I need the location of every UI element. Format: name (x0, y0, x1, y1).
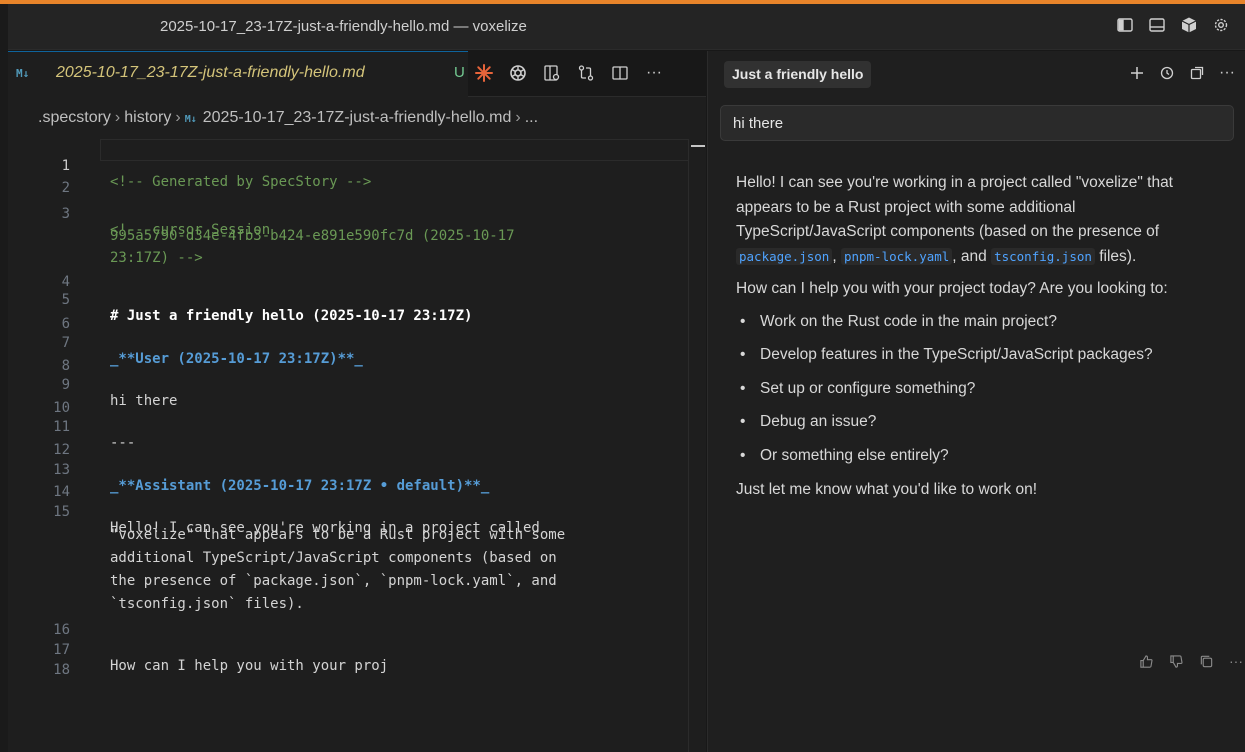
activity-edge (0, 4, 10, 752)
list-item: Work on the Rust code in the main projec… (736, 310, 1218, 335)
chat-header: Just a friendly hello ··· (708, 51, 1245, 97)
code-line: 11 --- (8, 400, 688, 451)
more-icon[interactable]: ··· (643, 61, 665, 85)
preview-icon[interactable] (541, 61, 563, 85)
list-item: Debug an issue? (736, 410, 1218, 435)
code-line: 2 (8, 161, 688, 196)
code-line: 14 (8, 465, 688, 500)
list-item: Set up or configure something? (736, 377, 1218, 402)
code-line: 13 _**Assistant (2025-10-17 23:17Z • def… (8, 443, 688, 494)
markdown-file-icon: M↓ (16, 67, 30, 80)
editor-tab-bar: M↓ 2025-10-17_23-17Z-just-a-friendly-hel… (8, 51, 706, 97)
panel-bottom-icon[interactable] (1147, 15, 1167, 35)
code-line: 5 # Just a friendly hello (2025-10-17 23… (8, 273, 688, 324)
line-number: 18 (53, 662, 70, 678)
title-bar: 2025-10-17_23-17Z-just-a-friendly-hello.… (8, 4, 1245, 50)
thumbs-up-icon[interactable] (1138, 653, 1154, 669)
plus-icon[interactable] (1128, 63, 1146, 83)
response-feedback: ··· (1138, 653, 1244, 669)
code-line: 15 Hello! I can see you're working in a … (8, 485, 688, 536)
code-line-wrap: 23:17Z) --> (8, 231, 688, 266)
sparkle-icon[interactable] (473, 61, 495, 85)
code-line-wrap: 995a5790-d34e-4fb3-b424-e891e590fc7d (20… (8, 209, 688, 244)
chevron-right-icon: › (515, 109, 521, 126)
code-line: 3 <!-- cursor Session (8, 187, 688, 238)
extension-cube-icon[interactable] (1179, 15, 1199, 35)
code-line: 17 How can I help you with your proj (8, 623, 688, 674)
code-line: 12 (8, 423, 688, 458)
list-item: Develop features in the TypeScript/JavaS… (736, 343, 1218, 368)
user-message[interactable]: hi there (720, 105, 1234, 141)
response-paragraph: Just let me know what you'd like to work… (736, 481, 1038, 498)
untracked-status: U (454, 64, 465, 81)
code-line: 18 (8, 643, 688, 678)
openai-icon[interactable] (507, 61, 529, 85)
scrollbar-thumb[interactable] (691, 145, 705, 147)
split-editor-icon[interactable] (609, 61, 631, 85)
breadcrumb-item-history[interactable]: history (124, 109, 171, 126)
chat-header-actions: ··· (1128, 63, 1236, 83)
breadcrumb-item-more[interactable]: ... (525, 109, 538, 126)
response-text: , (832, 247, 841, 265)
inline-code: tsconfig.json (991, 247, 1095, 265)
editor-tab-active[interactable]: M↓ 2025-10-17_23-17Z-just-a-friendly-hel… (8, 51, 468, 97)
inline-code: pnpm-lock.yaml (840, 247, 953, 265)
gear-icon[interactable] (1211, 15, 1231, 35)
response-text: Hello! I can see you're working in a pro… (736, 174, 1173, 240)
chat-panel: Just a friendly hello ··· hi there Hello… (707, 51, 1245, 752)
chevron-right-icon: › (114, 109, 121, 126)
chat-title[interactable]: Just a friendly hello (724, 61, 872, 88)
more-icon[interactable]: ··· (1218, 63, 1236, 83)
response-paragraph: Hello! I can see you're working in a pro… (736, 171, 1218, 269)
response-paragraph: How can I help you with your project tod… (736, 280, 1168, 297)
markdown-file-icon: M↓ (184, 114, 197, 125)
breadcrumb: .specstory › history › M↓ 2025-10-17_23-17Z-j… (8, 97, 706, 139)
copy-icon[interactable] (1198, 653, 1214, 669)
code-line: 1 <!-- Generated by SpecStory --> (8, 139, 688, 190)
window-title: 2025-10-17_23-17Z-just-a-friendly-hello.… (160, 18, 527, 35)
chevron-right-icon: › (175, 109, 181, 126)
response-list: Work on the Rust code in the main projec… (736, 310, 1218, 469)
assistant-response: Hello! I can see you're working in a pro… (736, 171, 1218, 511)
code-line: 16 (8, 603, 688, 638)
inline-code: package.json (736, 247, 833, 265)
breadcrumb-item-specstory[interactable]: .specstory (38, 109, 111, 126)
git-compare-icon[interactable] (575, 61, 597, 85)
response-text: , and (952, 247, 992, 265)
code-line-wrap: `tsconfig.json` files). (8, 577, 688, 612)
code-editor[interactable]: 1 <!-- Generated by SpecStory --> 2 3 <!… (8, 139, 688, 752)
list-item: Or something else entirely? (736, 444, 1218, 469)
tab-file-name: 2025-10-17_23-17Z-just-a-friendly-hello.… (56, 64, 365, 81)
breadcrumb-item-file[interactable]: 2025-10-17_23-17Z-just-a-friendly-hello.… (203, 109, 512, 126)
editor-tab-actions: ··· (473, 61, 665, 85)
editor-area: M↓ 2025-10-17_23-17Z-just-a-friendly-hel… (8, 51, 706, 752)
code-line-wrap: "voxelize" that appears to be a Rust pro… (8, 508, 688, 543)
code-line-wrap: the presence of `package.json`, `pnpm-lo… (8, 554, 688, 589)
title-bar-actions (1115, 15, 1231, 35)
code-line: 9 hi there (8, 358, 688, 409)
thumbs-down-icon[interactable] (1168, 653, 1184, 669)
open-in-editor-icon[interactable] (1188, 63, 1206, 83)
history-icon[interactable] (1158, 63, 1176, 83)
editor-scrollbar[interactable] (688, 139, 706, 752)
more-icon[interactable]: ··· (1228, 653, 1244, 669)
panel-left-icon[interactable] (1115, 15, 1135, 35)
code-line: 7 _**User (2025-10-17 23:17Z)**_ (8, 316, 688, 367)
code-line-wrap: additional TypeScript/JavaScript compone… (8, 531, 688, 566)
response-text: files). (1094, 247, 1137, 265)
